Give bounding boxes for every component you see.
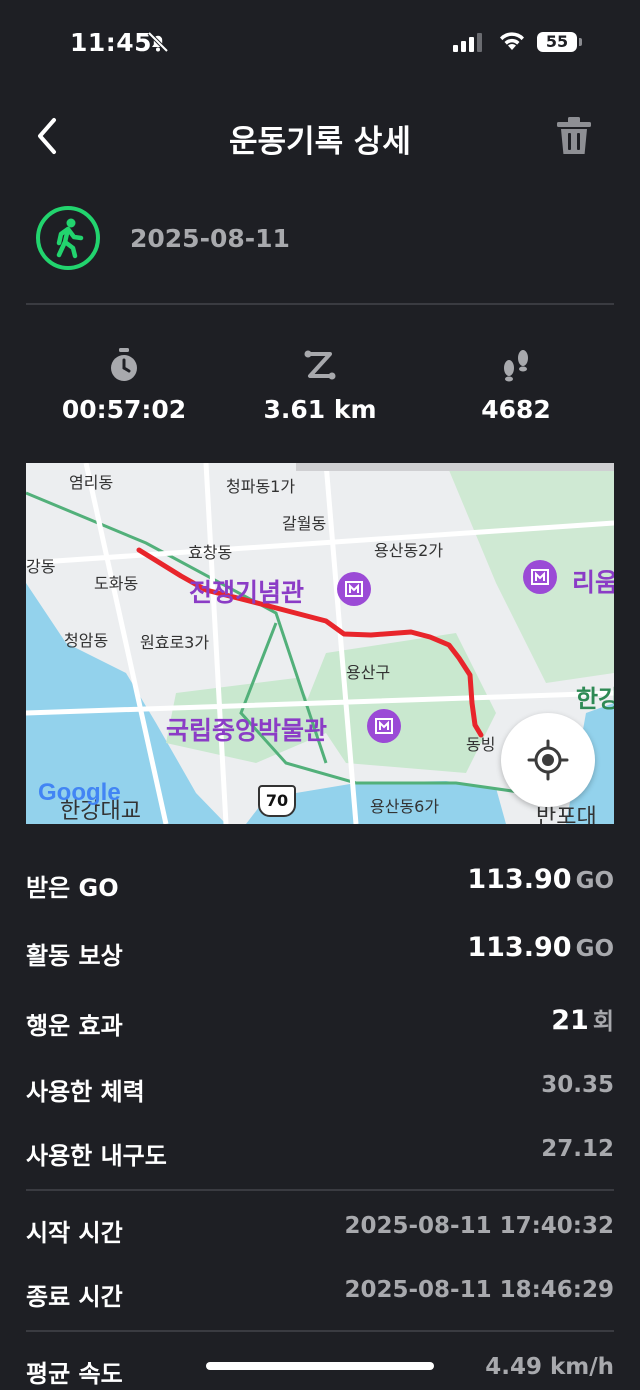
museum-icon[interactable] xyxy=(366,708,402,748)
route-distance-icon xyxy=(222,345,418,385)
row-value: 4.49 km/h xyxy=(485,1354,614,1380)
row-stamina-used: 사용한 체력 30.35 xyxy=(26,1068,614,1108)
crosshair-icon xyxy=(501,739,595,811)
row-label: 행운 효과 xyxy=(26,1012,123,1040)
page-title: 운동기록 상세 xyxy=(229,124,411,160)
stat-distance: 3.61 km xyxy=(222,345,418,424)
row-label: 사용한 체력 xyxy=(26,1078,145,1106)
row-activity-reward: 활동 보상 113.90 GO xyxy=(26,932,614,972)
row-value: 113.90 GO xyxy=(467,932,614,963)
row-luck-effect: 행운 효과 21 회 xyxy=(26,1002,614,1042)
stat-duration: 00:57:02 xyxy=(26,345,222,424)
distance-value: 3.61 km xyxy=(263,395,377,424)
divider xyxy=(26,303,614,305)
status-time: 11:45 xyxy=(70,28,153,57)
map-label: 청파동1가 xyxy=(226,477,296,496)
map-label: 염리동 xyxy=(69,473,114,492)
row-avg-speed: 평균 속도 4.49 km/h xyxy=(26,1350,614,1390)
row-value: 27.12 xyxy=(541,1136,614,1162)
row-value: 21 회 xyxy=(551,1005,614,1036)
trash-icon xyxy=(553,117,595,162)
map-label: 효창동 xyxy=(188,543,233,562)
steps-value: 4682 xyxy=(481,395,551,424)
stopwatch-icon xyxy=(26,345,222,385)
map-label: 강동 xyxy=(26,557,56,576)
divider xyxy=(26,1330,614,1332)
row-value: 113.90 GO xyxy=(467,864,614,895)
status-bar: 11:45 55 xyxy=(0,0,640,90)
museum-icon[interactable] xyxy=(522,559,558,599)
row-label: 사용한 내구도 xyxy=(26,1142,167,1170)
divider xyxy=(26,1189,614,1191)
row-label: 받은 GO xyxy=(26,874,119,902)
row-start-time: 시작 시간 2025-08-11 17:40:32 xyxy=(26,1209,614,1249)
home-indicator[interactable] xyxy=(206,1362,434,1370)
walk-activity-badge xyxy=(36,206,100,270)
cellular-signal-icon xyxy=(453,32,485,56)
battery-icon: 55 xyxy=(537,32,577,52)
map-label: 용산구 xyxy=(346,663,391,682)
row-label: 평균 속도 xyxy=(26,1360,123,1388)
route-map[interactable]: 염리동 청파동1가 갈월동 효창동 용산동2가 강동 도화동 전쟁기념관 리움 … xyxy=(26,463,614,824)
delete-button[interactable] xyxy=(553,114,595,158)
row-go-received: 받은 GO 113.90 GO xyxy=(26,864,614,904)
header: 운동기록 상세 xyxy=(0,100,640,170)
poi-label-leeum[interactable]: 리움 xyxy=(572,563,614,599)
map-label: 용산동2가 xyxy=(374,541,444,560)
walking-icon xyxy=(40,210,96,266)
row-label: 종료 시간 xyxy=(26,1283,123,1311)
row-value: 2025-08-11 18:46:29 xyxy=(344,1277,614,1303)
stat-steps: 4682 xyxy=(418,345,614,424)
row-value: 30.35 xyxy=(541,1072,614,1098)
map-label: 동빙 xyxy=(466,735,496,754)
activity-date: 2025-08-11 xyxy=(130,224,290,253)
poi-label-war-memorial[interactable]: 전쟁기념관 xyxy=(189,573,304,609)
row-label: 시작 시간 xyxy=(26,1219,123,1247)
wifi-icon xyxy=(497,30,527,56)
silent-bell-icon xyxy=(146,30,170,58)
map-label: 갈월동 xyxy=(282,514,327,533)
footprints-icon xyxy=(418,345,614,385)
battery-tip xyxy=(579,38,582,46)
map-label: 원효로3가 xyxy=(140,633,210,652)
my-location-button[interactable] xyxy=(501,713,595,807)
map-label: 도화동 xyxy=(94,574,139,593)
row-value: 2025-08-11 17:40:32 xyxy=(344,1213,614,1239)
row-durability-used: 사용한 내구도 27.12 xyxy=(26,1132,614,1172)
map-label: 한강 xyxy=(576,685,614,713)
map-label: 청암동 xyxy=(64,631,109,650)
route-shield: 70 xyxy=(258,785,296,817)
row-label: 활동 보상 xyxy=(26,942,123,970)
row-end-time: 종료 시간 2025-08-11 18:46:29 xyxy=(26,1273,614,1313)
duration-value: 00:57:02 xyxy=(61,395,187,424)
poi-label-museum[interactable]: 국립중앙박물관 xyxy=(166,711,327,747)
map-label: 용산동6가 xyxy=(370,797,440,816)
google-logo: Google xyxy=(38,779,121,806)
museum-icon[interactable] xyxy=(336,571,372,611)
